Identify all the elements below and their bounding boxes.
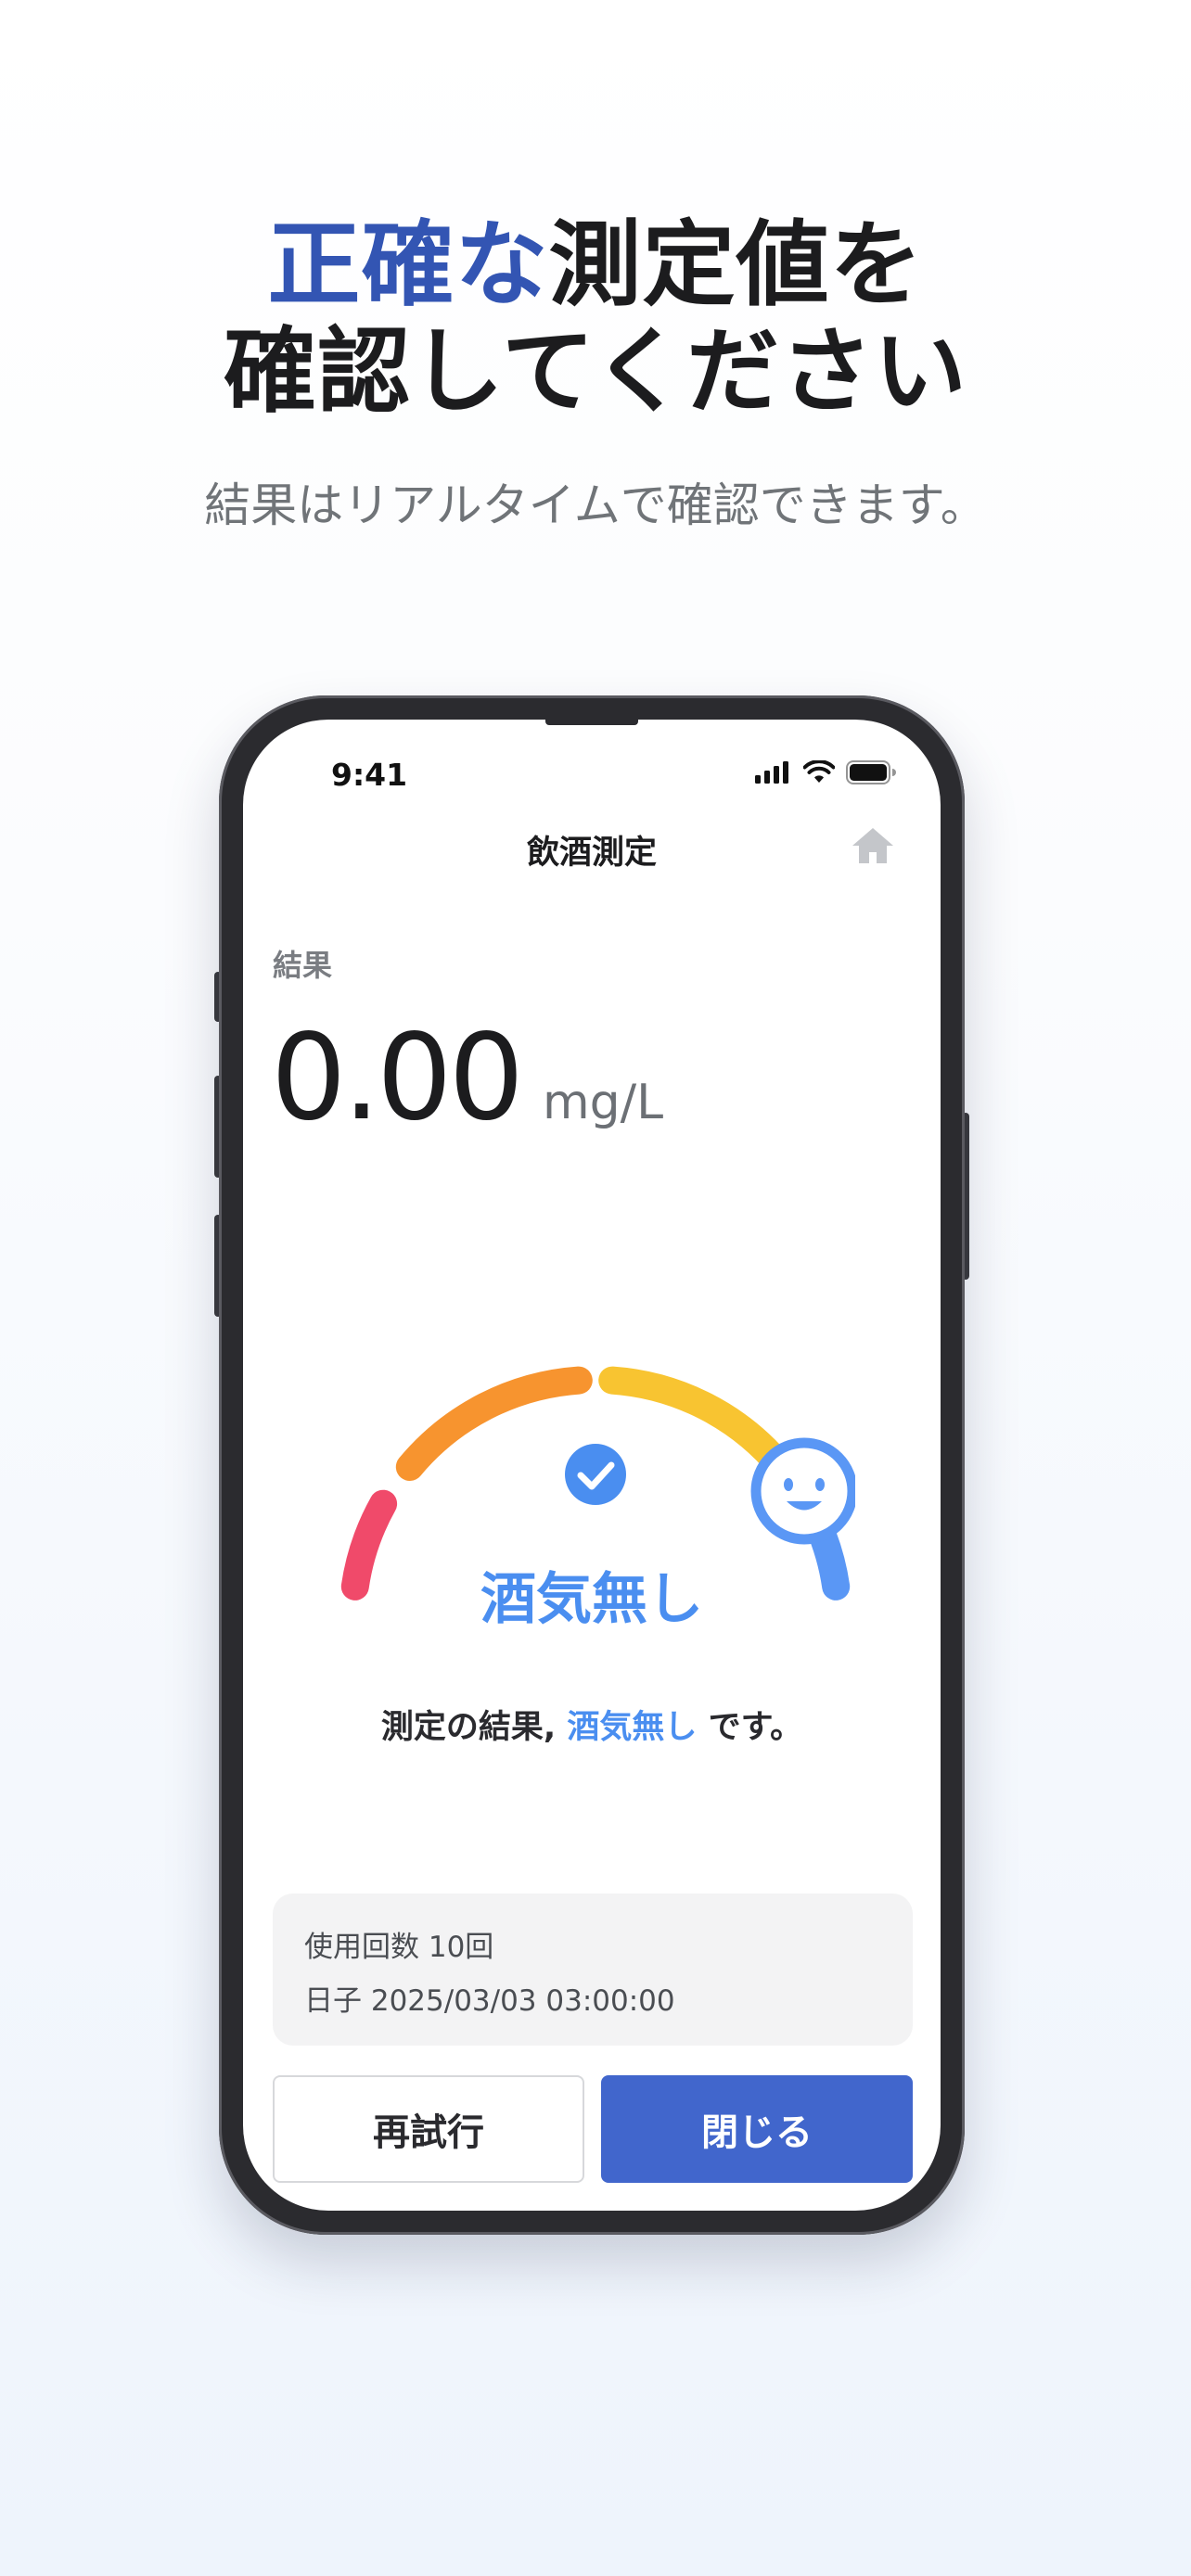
signal-icon xyxy=(755,761,788,784)
usage-count: 使用回数 10回 xyxy=(304,1931,494,1964)
battery-icon xyxy=(846,760,896,784)
page-title: 飲酒測定 xyxy=(526,835,657,872)
measurement-date: 日子 2025/03/03 03:00:00 xyxy=(304,1984,675,2018)
result-summary: 測定の結果, 酒気無し です。 xyxy=(243,1701,941,1748)
result-unit: mg/L xyxy=(543,1075,664,1130)
status-icons xyxy=(755,760,896,784)
headline-line-1: 正確な測定値を xyxy=(0,211,1191,318)
gauge-segment-orange xyxy=(395,1366,593,1481)
headline-line-2: 確認してください xyxy=(224,317,967,426)
alcohol-gauge xyxy=(340,1366,855,1600)
phone-mockup: 9:41 飲酒測定 結果 0.00 mg/L 酒気無し 測定の結果, 酒気無し … xyxy=(219,695,965,2235)
result-label: 結果 xyxy=(273,948,333,983)
gauge-indicator-face-icon xyxy=(750,1437,855,1545)
close-button[interactable]: 閉じる xyxy=(601,2075,913,2183)
headline-line-1-rest: 測定値を xyxy=(548,210,924,319)
wifi-icon xyxy=(803,760,835,783)
subheading: 結果はリアルタイムで確認できます。 xyxy=(204,478,987,532)
phone-screen: 9:41 飲酒測定 結果 0.00 mg/L 酒気無し 測定の結果, 酒気無し … xyxy=(243,720,941,2211)
summary-prefix: 測定の結果, xyxy=(380,1709,557,1746)
summary-highlight: 酒気無し xyxy=(567,1709,698,1746)
speaker-grille xyxy=(545,720,638,725)
result-value: 0.00 xyxy=(271,1009,524,1147)
check-circle-icon xyxy=(565,1444,626,1505)
gauge-segment-yellow xyxy=(598,1366,796,1481)
gauge-status-label: 酒気無し xyxy=(480,1567,703,1632)
measurement-info-card: 使用回数 10回 日子 2025/03/03 03:00:00 xyxy=(273,1894,913,2046)
result-readout: 0.00 mg/L xyxy=(271,1009,663,1148)
headline-accent: 正確な xyxy=(267,210,549,319)
home-icon[interactable] xyxy=(850,825,896,866)
status-time: 9:41 xyxy=(331,757,408,793)
summary-suffix: です。 xyxy=(708,1709,803,1746)
retry-button[interactable]: 再試行 xyxy=(273,2075,584,2183)
headline: 正確な測定値を 確認してください xyxy=(0,211,1191,425)
